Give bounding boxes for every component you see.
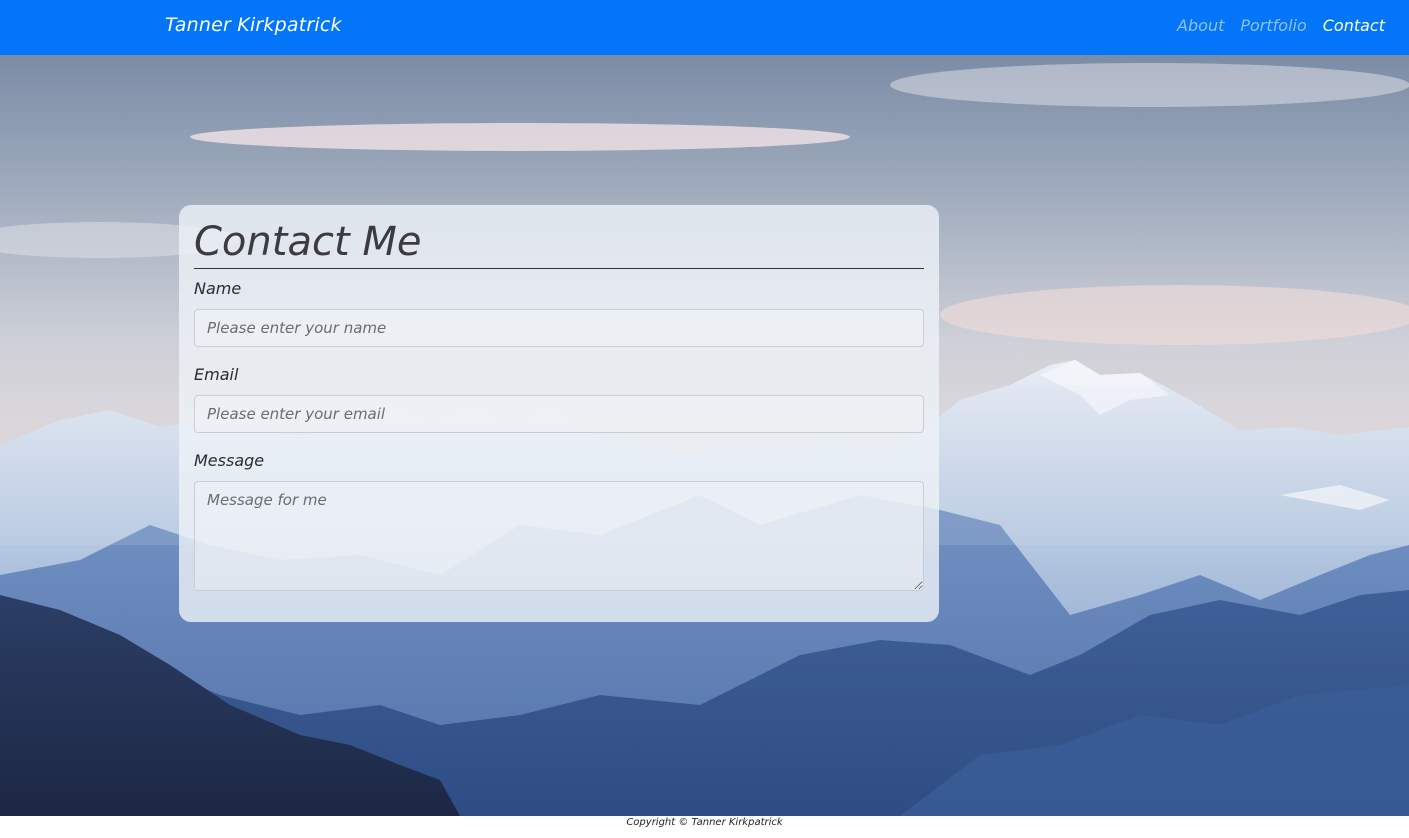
contact-card: Contact Me Name Email Message bbox=[179, 205, 939, 622]
nav-link-contact[interactable]: Contact bbox=[1323, 16, 1385, 35]
nav-link-portfolio[interactable]: Portfolio bbox=[1240, 16, 1306, 35]
brand-link[interactable]: Tanner Kirkpatrick bbox=[165, 14, 342, 36]
message-label: Message bbox=[194, 451, 265, 470]
copyright-text: Copyright © Tanner Kirkpatrick bbox=[626, 817, 783, 828]
contact-title: Contact Me bbox=[194, 219, 422, 265]
title-divider bbox=[194, 268, 924, 269]
email-label: Email bbox=[194, 365, 239, 384]
message-textarea[interactable] bbox=[194, 481, 924, 591]
nav-links: About Portfolio Contact bbox=[1177, 16, 1385, 35]
navbar: Tanner Kirkpatrick About Portfolio Conta… bbox=[0, 0, 1409, 55]
name-label: Name bbox=[194, 279, 242, 298]
email-input[interactable] bbox=[194, 395, 924, 433]
footer: Copyright © Tanner Kirkpatrick bbox=[0, 816, 1409, 838]
name-input[interactable] bbox=[194, 309, 924, 347]
nav-link-about[interactable]: About bbox=[1177, 16, 1224, 35]
